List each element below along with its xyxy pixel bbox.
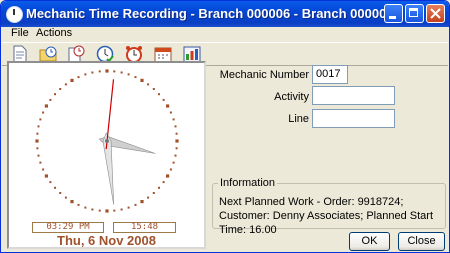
dial-tick [152,88,155,90]
dial-tick [162,98,165,101]
activity-field[interactable] [312,86,395,105]
window-title: Mechanic Time Recording - Branch 000006 … [26,6,394,21]
dial-tick [113,70,116,73]
dial-tick [134,76,137,79]
dial-tick [44,104,48,108]
dial-tick [70,78,74,82]
dial-tick [91,71,94,74]
activity-label: Activity [274,91,309,103]
dial-tick [64,196,67,199]
dial-tick [77,203,80,206]
dial-tick [120,71,123,74]
menu-bar: File Actions [2,27,448,41]
main-window: Mechanic Time Recording - Branch 000006 … [0,0,450,253]
dial-tick [70,200,74,204]
dial-tick [49,98,52,101]
dial-tick [42,168,45,171]
dial-tick [105,69,109,73]
dial-tick [158,186,160,189]
menu-file[interactable]: File [11,27,29,39]
dial-tick [36,132,39,135]
dial-tick [166,104,170,108]
information-title: Information [218,177,278,189]
dial-tick [64,83,67,86]
dial-tick [169,111,172,114]
dial-tick [49,181,52,184]
dial-tick [39,161,42,164]
dial-tick [35,139,39,143]
dial-tick [175,139,179,143]
dial-tick [98,70,101,73]
close-button[interactable]: Close [398,232,445,251]
dial-tick [127,73,130,76]
dial-tick [147,83,150,86]
close-window-button[interactable] [426,4,445,23]
dial-tick [84,73,87,76]
title-bar[interactable]: Mechanic Time Recording - Branch 000006 … [1,1,449,27]
dial-tick [37,125,40,128]
line-field[interactable] [312,109,395,128]
dial-tick [134,203,137,206]
dial-tick [158,93,160,96]
dial-tick [140,200,144,204]
dial-tick [84,206,87,209]
dial-tick [39,118,42,121]
dial-tick [174,154,177,157]
time-24h: 15:48 [113,222,176,233]
dial-tick [127,206,130,209]
mechanic-number-label: Mechanic Number [219,69,309,81]
dial-tick [36,147,39,150]
mechanic-number-field[interactable]: 0017 [312,65,348,84]
dial-tick [174,125,177,128]
clock-hub [105,139,109,143]
dial-tick [147,196,150,199]
time-12h: 03:29 PM [32,222,104,233]
dial-tick [172,161,175,164]
menu-actions[interactable]: Actions [36,27,72,39]
dial-tick [172,118,175,121]
dial-tick [91,208,94,211]
dial-tick [169,168,172,171]
dial-tick [175,132,178,135]
dial-tick [54,93,56,96]
information-group: Information Next Planned Work - Order: 9… [212,177,446,236]
dial-tick [120,208,123,211]
dial-tick [152,192,155,194]
dial-tick [105,209,109,213]
line-label: Line [288,113,309,125]
dial-tick [98,209,101,212]
dial-tick [166,174,170,178]
clock-app-icon [6,6,23,23]
close-icon [430,8,441,19]
dial-tick [113,209,116,212]
information-message: Next Planned Work - Order: 9918724; Cust… [219,196,433,236]
ok-button[interactable]: OK [349,232,390,251]
dial-tick [175,147,178,150]
dial-tick [162,181,165,184]
dial-tick [42,111,45,114]
dial-tick [59,192,62,194]
dial-tick [54,186,56,189]
dial-tick [77,76,80,79]
analog-clock [35,69,179,213]
dial-tick [44,174,48,178]
minimize-button[interactable] [384,4,403,23]
clock-panel: 03:29 PM 15:48 Thu, 6 Nov 2008 [7,61,206,249]
date-display: Thu, 6 Nov 2008 [57,233,156,248]
dial-tick [140,78,144,82]
dial-tick [59,88,62,90]
dial-tick [37,154,40,157]
maximize-button[interactable] [405,4,424,23]
